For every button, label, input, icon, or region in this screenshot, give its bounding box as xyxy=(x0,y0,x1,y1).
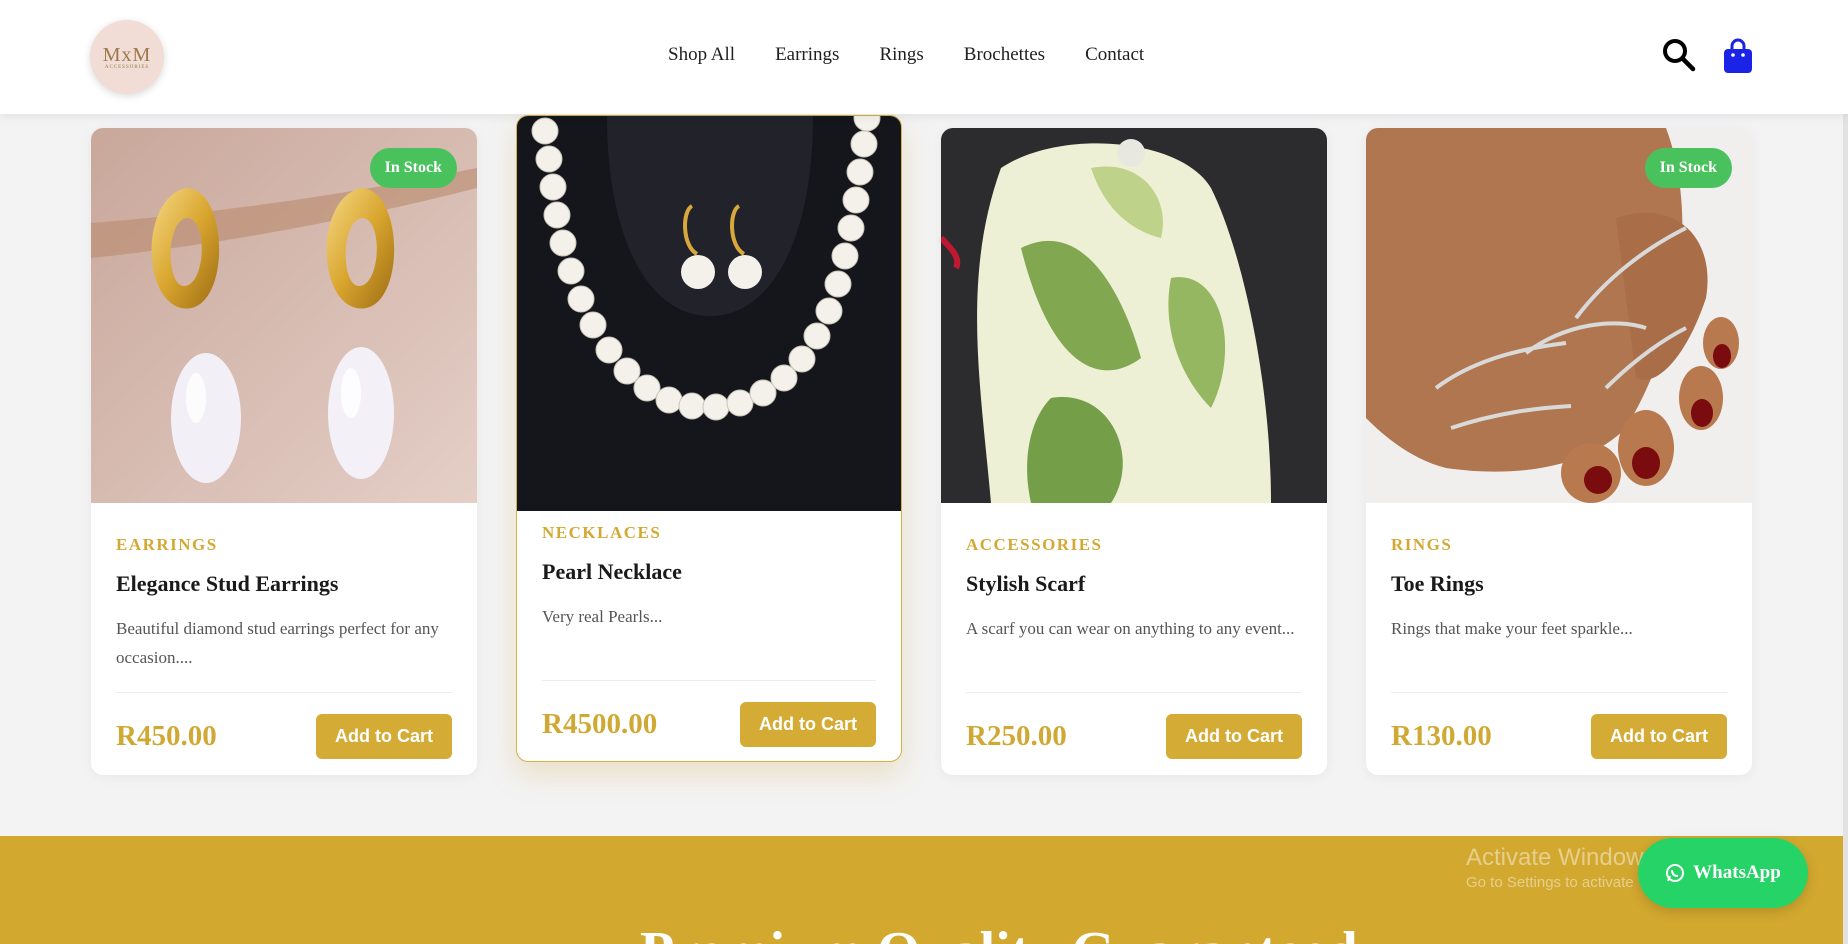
add-to-cart-button[interactable]: Add to Cart xyxy=(740,702,876,747)
whatsapp-label: WhatsApp xyxy=(1693,862,1781,883)
divider xyxy=(966,692,1302,693)
add-to-cart-button[interactable]: Add to Cart xyxy=(1591,714,1727,759)
product-price: R250.00 xyxy=(966,720,1067,752)
divider xyxy=(1391,692,1727,693)
product-card[interactable]: NECKLACES Pearl Necklace Very real Pearl… xyxy=(516,115,902,762)
logo-subtext: ACCESSORIES xyxy=(104,65,150,70)
product-image-toe-rings[interactable]: In Stock xyxy=(1366,128,1752,503)
add-to-cart-button[interactable]: Add to Cart xyxy=(1166,714,1302,759)
product-image-scarf[interactable] xyxy=(941,128,1327,503)
product-description: Very real Pearls... xyxy=(542,607,663,626)
product-card[interactable]: In Stock RINGS Toe Rings Rings that make… xyxy=(1366,128,1752,775)
product-price: R450.00 xyxy=(116,720,217,752)
product-description: A scarf you can wear on anything to any … xyxy=(966,619,1295,638)
product-price: R130.00 xyxy=(1391,720,1492,752)
product-category: NECKLACES xyxy=(542,523,662,542)
logo-text: MxM xyxy=(102,44,152,66)
divider xyxy=(116,692,452,693)
main-nav: Shop All Earrings Rings Brochettes Conta… xyxy=(668,44,1144,66)
stock-badge: In Stock xyxy=(1644,148,1732,188)
product-category: EARRINGS xyxy=(116,535,218,554)
section-title: Premium Quality Guaranteed xyxy=(640,920,1358,944)
site-header: MxM ACCESSORIES Shop All Earrings Rings … xyxy=(0,0,1848,114)
nav-earrings[interactable]: Earrings xyxy=(775,44,839,66)
nav-rings[interactable]: Rings xyxy=(879,44,923,66)
product-title[interactable]: Elegance Stud Earrings xyxy=(116,571,452,597)
site-logo[interactable]: MxM ACCESSORIES xyxy=(90,20,164,94)
product-image-necklace[interactable] xyxy=(517,116,901,511)
product-title[interactable]: Toe Rings xyxy=(1391,571,1727,597)
product-description: Rings that make your feet sparkle... xyxy=(1391,619,1633,638)
whatsapp-button[interactable]: WhatsApp xyxy=(1638,838,1808,908)
scrollbar[interactable] xyxy=(1843,0,1848,944)
nav-brochettes[interactable]: Brochettes xyxy=(964,44,1045,66)
nav-contact[interactable]: Contact xyxy=(1085,44,1144,66)
nav-shop-all[interactable]: Shop All xyxy=(668,44,735,66)
product-description: Beautiful diamond stud earrings perfect … xyxy=(116,619,439,667)
whatsapp-icon xyxy=(1666,864,1685,882)
product-price: R4500.00 xyxy=(542,708,658,740)
add-to-cart-button[interactable]: Add to Cart xyxy=(316,714,452,759)
shopping-bag-icon[interactable] xyxy=(1722,38,1754,74)
product-card[interactable]: ACCESSORIES Stylish Scarf A scarf you ca… xyxy=(941,128,1327,775)
product-category: RINGS xyxy=(1391,535,1453,554)
product-title[interactable]: Stylish Scarf xyxy=(966,571,1302,597)
search-icon[interactable] xyxy=(1662,38,1696,72)
product-card[interactable]: In Stock EARRINGS Elegance Stud Earrings… xyxy=(91,128,477,775)
stock-badge: In Stock xyxy=(369,148,457,188)
product-title[interactable]: Pearl Necklace xyxy=(542,559,876,585)
product-image-earrings[interactable]: In Stock xyxy=(91,128,477,503)
divider xyxy=(542,680,876,681)
product-category: ACCESSORIES xyxy=(966,535,1103,554)
